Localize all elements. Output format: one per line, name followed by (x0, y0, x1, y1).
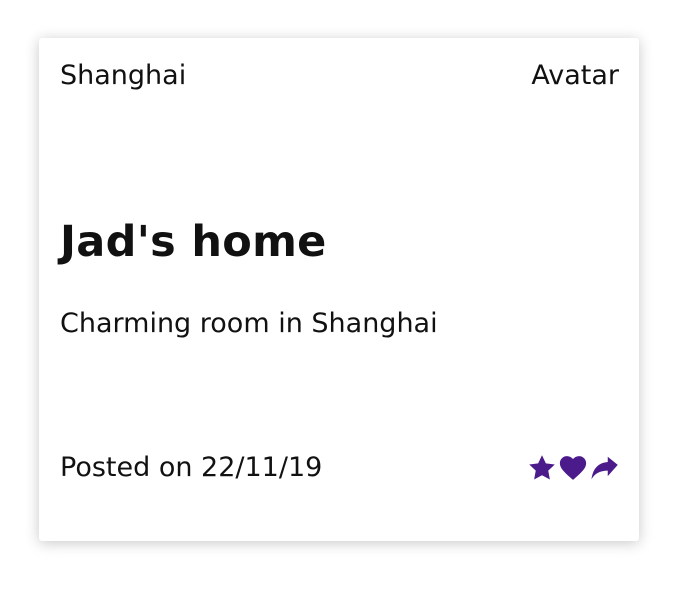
avatar[interactable]: Avatar (531, 58, 619, 94)
card-actions (527, 453, 619, 483)
card-title: Jad's home (60, 217, 327, 267)
card-description: Charming room in Shanghai (60, 308, 438, 339)
star-icon[interactable] (527, 453, 557, 483)
listing-card[interactable]: Shanghai Avatar Jad's home Charming room… (39, 38, 639, 541)
posted-date: Posted on 22/11/19 (60, 452, 323, 483)
card-header: Shanghai Avatar (60, 58, 619, 94)
heart-icon[interactable] (558, 453, 588, 483)
card-footer: Posted on 22/11/19 (60, 450, 619, 486)
city-label: Shanghai (60, 60, 187, 91)
share-icon[interactable] (589, 453, 619, 483)
